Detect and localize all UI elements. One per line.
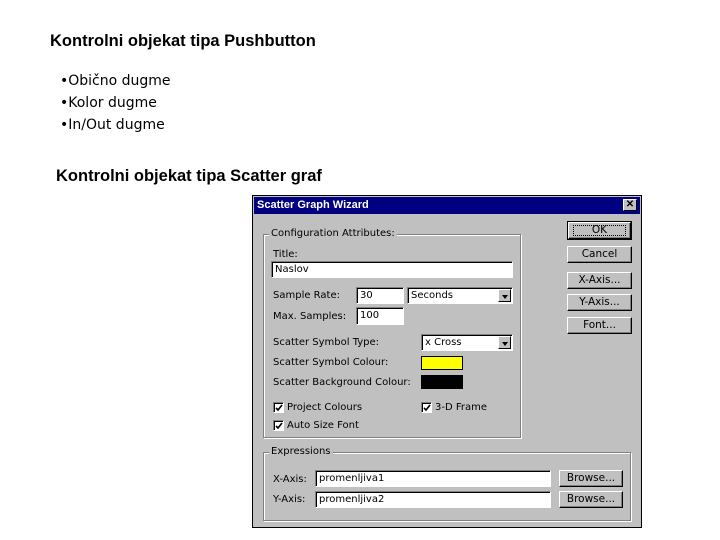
y-axis-expression-input[interactable]: promenljiva2 (315, 491, 551, 508)
bullet-list: •Obično dugme •Kolor dugme •In/Out dugme (60, 70, 171, 136)
symbol-colour-label: Scatter Symbol Colour: (273, 357, 389, 368)
frame-3d-label: 3-D Frame (435, 402, 488, 413)
close-icon: ✕ (625, 199, 635, 210)
checkmark-icon (275, 422, 283, 430)
scatter-graph-wizard-dialog: Scatter Graph Wizard ✕ Configuration Att… (252, 195, 642, 528)
pushbutton-heading: Kontrolni objekat tipa Pushbutton (50, 32, 316, 50)
symbol-type-select[interactable]: x Cross (421, 334, 513, 351)
x-axis-expression-input[interactable]: promenljiva1 (315, 470, 551, 487)
bullet-item: •Kolor dugme (60, 95, 157, 111)
scatter-heading: Kontrolni objekat tipa Scatter graf (56, 167, 322, 185)
title-label: Title: (273, 249, 298, 260)
chevron-down-icon[interactable] (498, 336, 511, 349)
cancel-button[interactable]: Cancel (567, 246, 632, 263)
sample-rate-input[interactable]: 30 (356, 287, 404, 304)
dialog-titlebar: Scatter Graph Wizard ✕ (254, 197, 640, 214)
symbol-colour-swatch[interactable] (421, 356, 463, 370)
symbol-type-label: Scatter Symbol Type: (273, 337, 380, 348)
checkmark-icon (275, 404, 283, 412)
auto-size-font-label: Auto Size Font (287, 420, 359, 431)
dialog-title: Scatter Graph Wizard (257, 199, 369, 211)
symbol-type-value: x Cross (425, 337, 462, 348)
max-samples-input[interactable]: 100 (356, 307, 404, 325)
y-axis-button[interactable]: Y-Axis... (567, 294, 632, 311)
bullet-item: •Obično dugme (60, 73, 171, 89)
checkmark-icon (423, 404, 431, 412)
y-axis-browse-button[interactable]: Browse... (559, 491, 623, 508)
y-axis-label: Y-Axis: (273, 494, 306, 505)
background-colour-swatch[interactable] (421, 375, 463, 389)
project-colours-checkbox[interactable] (273, 402, 284, 413)
title-input[interactable]: Naslov (271, 261, 513, 278)
focus-indicator (573, 225, 626, 236)
sample-rate-unit-select[interactable]: Seconds (407, 287, 513, 304)
configuration-group-label: Configuration Attributes: (269, 228, 397, 239)
close-button[interactable]: ✕ (623, 199, 637, 211)
auto-size-font-checkbox[interactable] (273, 420, 284, 431)
chevron-down-icon[interactable] (498, 289, 511, 302)
background-colour-label: Scatter Background Colour: (273, 377, 411, 388)
x-axis-button[interactable]: X-Axis... (567, 272, 632, 289)
max-samples-label: Max. Samples: (273, 311, 347, 322)
frame-3d-checkbox[interactable] (421, 402, 432, 413)
x-axis-label: X-Axis: (273, 474, 307, 485)
x-axis-browse-button[interactable]: Browse... (559, 470, 623, 487)
expressions-group-label: Expressions (269, 446, 333, 457)
sample-rate-label: Sample Rate: (273, 290, 340, 301)
project-colours-label: Project Colours (287, 402, 363, 413)
ok-button[interactable]: OK (567, 221, 632, 240)
font-button[interactable]: Font... (567, 317, 632, 334)
bullet-item: •In/Out dugme (60, 117, 165, 133)
sample-rate-unit-value: Seconds (411, 290, 454, 301)
